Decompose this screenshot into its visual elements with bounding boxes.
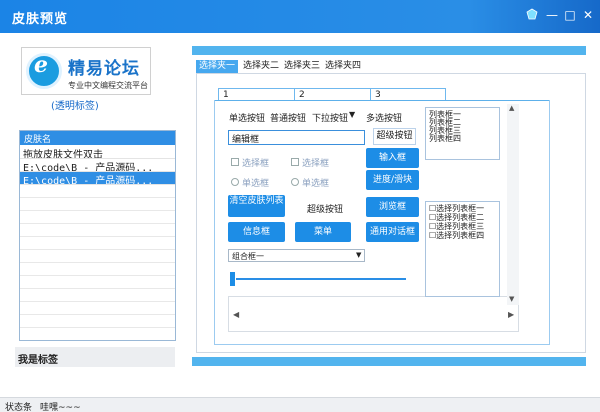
scroll-right-icon[interactable]: ▶: [508, 310, 514, 319]
check-list-item[interactable]: ☐选择列表框二: [429, 214, 484, 222]
tab-2[interactable]: 选择夹二: [240, 60, 282, 73]
scroll-left-icon[interactable]: ◀: [233, 310, 239, 319]
maximize-icon[interactable]: □: [563, 8, 577, 22]
super-button-2[interactable]: 超级按钮: [307, 202, 343, 215]
list-row-empty: [20, 185, 175, 198]
check-list-item[interactable]: ☐选择列表框三: [429, 223, 484, 231]
list-row-empty: [20, 237, 175, 250]
single-select-button[interactable]: 单选按钮: [229, 111, 265, 124]
slider-handle[interactable]: [230, 272, 235, 286]
input-button[interactable]: 输入框: [366, 148, 419, 168]
status-text: 哇嘿~~~: [40, 403, 81, 412]
checkbox[interactable]: [291, 158, 299, 166]
list-item[interactable]: 拖放皮肤文件双击: [20, 146, 175, 159]
common-dialog-button[interactable]: 通用对话框: [366, 222, 419, 242]
transparent-label: (透明标签): [51, 101, 99, 112]
radio[interactable]: [291, 178, 299, 186]
chevron-down-icon[interactable]: ▼: [349, 110, 355, 119]
scroll-down-icon[interactable]: ▼: [509, 295, 514, 303]
vertical-scrollbar[interactable]: ▲ ▼: [507, 104, 519, 305]
normal-button[interactable]: 普通按钮: [270, 111, 306, 124]
menu-button[interactable]: 菜单: [295, 222, 351, 242]
status-bar: 状态条 哇嘿~~~: [0, 397, 600, 412]
logo: e 精易论坛 专业中文编程交流平台: [21, 47, 151, 95]
list-row-empty: [20, 276, 175, 289]
multi-select-button[interactable]: 多选按钮: [366, 111, 402, 124]
chevron-down-icon[interactable]: ▼: [356, 251, 361, 259]
list-item-selected[interactable]: E:\code\B - 产品源码...: [20, 172, 175, 185]
dropdown-button[interactable]: 下拉按钮: [312, 111, 348, 124]
check-list-item[interactable]: ☐选择列表框一: [429, 205, 484, 213]
scroll-area[interactable]: ◀ ▶: [228, 296, 519, 332]
close-icon[interactable]: ✕: [581, 8, 595, 22]
logo-subtitle: 专业中文编程交流平台: [68, 81, 148, 90]
check-list-item[interactable]: ☐选择列表框四: [429, 232, 484, 240]
list-row-empty: [20, 315, 175, 328]
skin-icon[interactable]: [525, 8, 539, 23]
tab-1[interactable]: 选择夹一: [196, 60, 239, 73]
list-item[interactable]: E:\code\B - 产品源码...: [20, 159, 175, 172]
checkbox[interactable]: [231, 158, 239, 166]
skin-list[interactable]: 皮肤名 拖放皮肤文件双击 E:\code\B - 产品源码... E:\code…: [19, 130, 176, 341]
super-button[interactable]: 超级按钮: [373, 128, 416, 145]
status-label: 状态条: [5, 403, 33, 412]
minimize-icon[interactable]: —: [545, 8, 559, 22]
radio-label: 单选框: [242, 179, 270, 189]
combo-box[interactable]: 组合框一: [228, 249, 365, 262]
check-list-box[interactable]: ☐选择列表框一 ☐选择列表框二 ☐选择列表框三 ☐选择列表框四: [425, 201, 500, 297]
list-row-empty: [20, 198, 175, 211]
tab-3[interactable]: 选择夹三: [281, 60, 323, 73]
bottom-blue-bar: [192, 357, 586, 366]
label-box: 我是标签: [15, 347, 175, 367]
progress-slider-button[interactable]: 进度/滑块: [366, 170, 419, 190]
info-button[interactable]: 信息框: [228, 222, 285, 242]
list-box-item[interactable]: 列表框四: [429, 135, 461, 143]
top-blue-bar: [192, 46, 586, 55]
list-row-empty: [20, 224, 175, 237]
skin-list-header: 皮肤名: [20, 131, 175, 145]
checkbox-label: 选择框: [242, 159, 270, 169]
edit-field[interactable]: 编辑框: [228, 130, 365, 145]
clear-skin-list-button[interactable]: 清空皮肤列表: [228, 195, 285, 217]
tab-4[interactable]: 选择夹四: [322, 60, 364, 73]
list-row-empty: [20, 289, 175, 302]
list-box[interactable]: 列表框一 列表框二 列表框三 列表框四: [425, 107, 500, 160]
browse-button[interactable]: 浏览框: [366, 197, 419, 217]
radio[interactable]: [231, 178, 239, 186]
list-row-empty: [20, 263, 175, 276]
title-bar[interactable]: 皮肤预览 — □ ✕: [0, 0, 600, 33]
radio-label: 单选框: [302, 179, 330, 189]
list-row-empty: [20, 211, 175, 224]
logo-name: 精易论坛: [68, 59, 140, 79]
window-title: 皮肤预览: [12, 12, 69, 27]
scroll-up-icon[interactable]: ▲: [509, 104, 514, 112]
list-row-empty: [20, 250, 175, 263]
slider-track[interactable]: [236, 278, 406, 280]
checkbox-label: 选择框: [302, 159, 330, 169]
logo-letter: e: [34, 52, 48, 78]
list-row-empty: [20, 302, 175, 315]
